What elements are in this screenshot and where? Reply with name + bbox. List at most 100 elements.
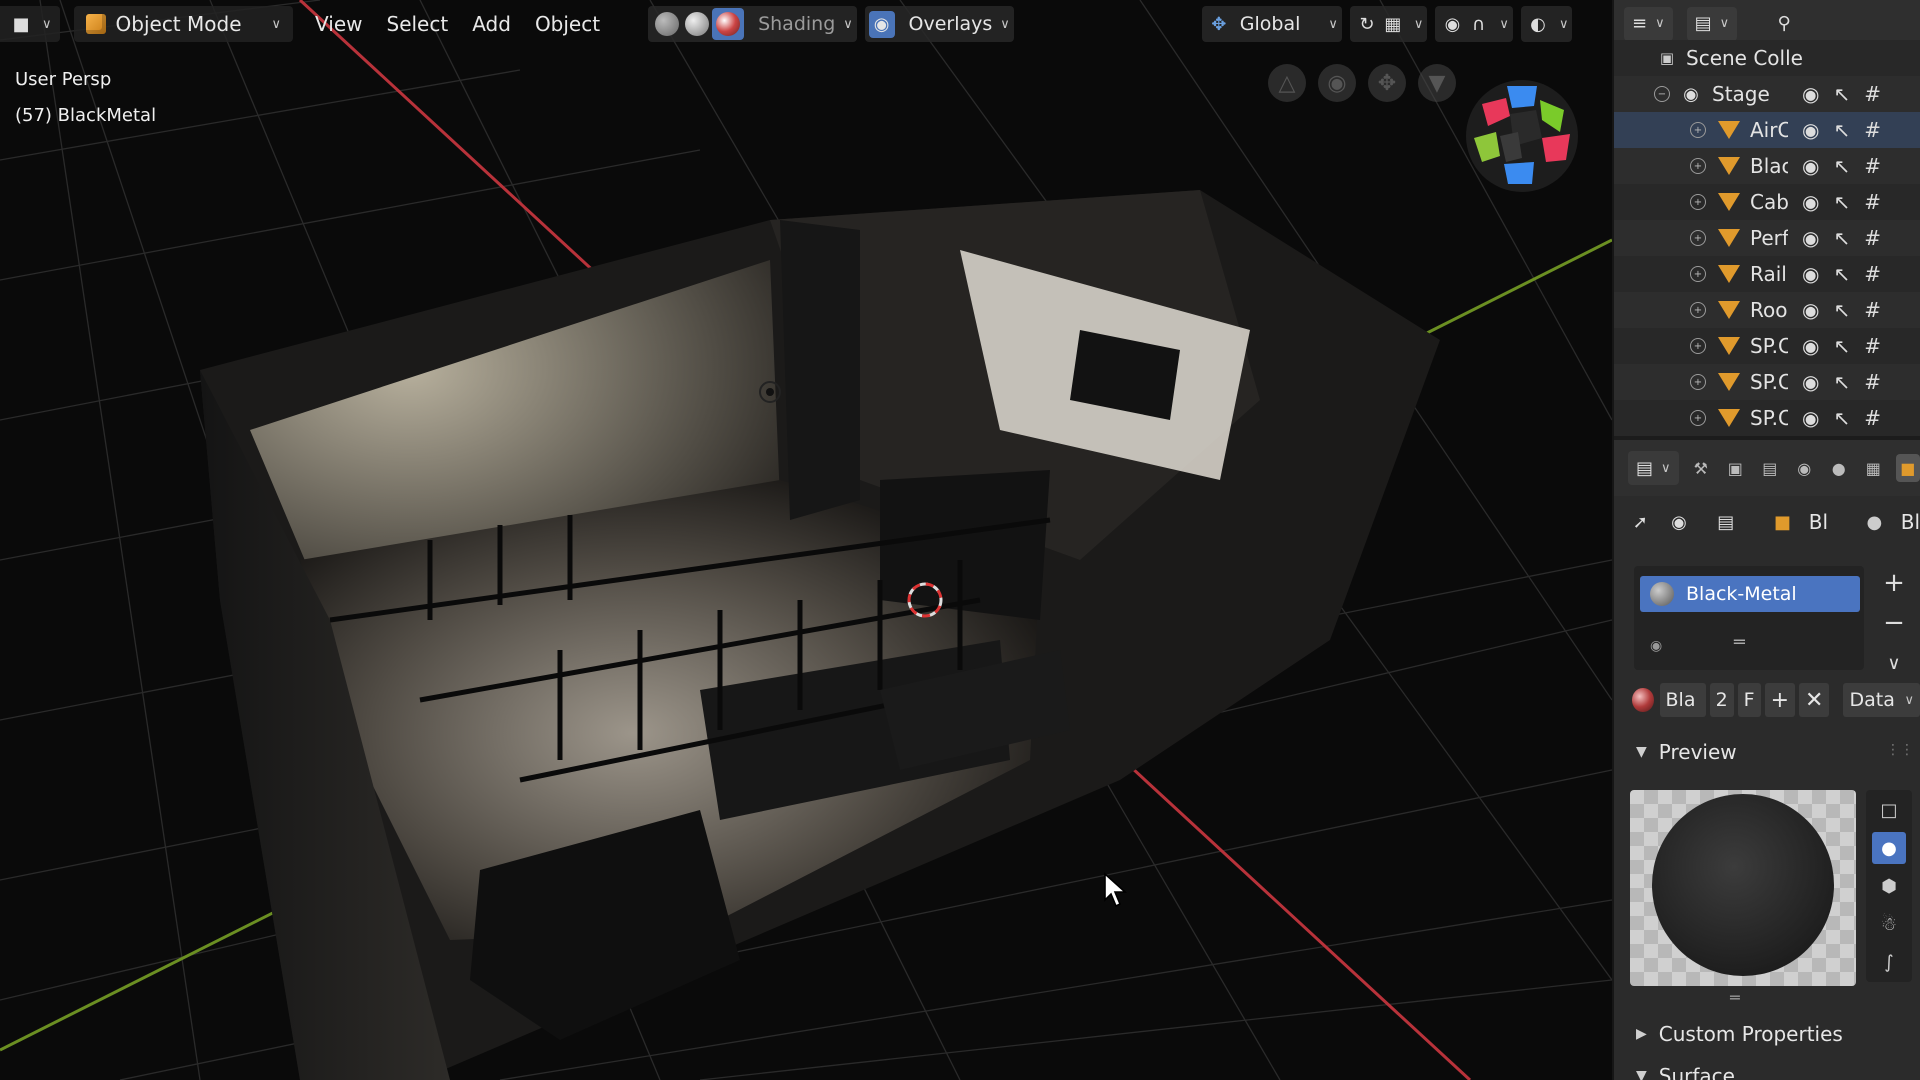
material-preview-icon[interactable] bbox=[685, 12, 710, 36]
hair-preview-icon[interactable]: ∫ bbox=[1872, 946, 1906, 978]
expand-icon[interactable]: + bbox=[1690, 194, 1706, 210]
material-browse-icon[interactable] bbox=[1632, 688, 1654, 712]
outliner-row-object[interactable]: + AirC ◉ ↖ # bbox=[1614, 112, 1920, 148]
outliner-row-scene-collection[interactable]: ▣ Scene Colle bbox=[1614, 40, 1920, 76]
eye-icon[interactable]: ◉ bbox=[1802, 334, 1819, 358]
outliner-editor-type-button[interactable]: ≡ ∨ bbox=[1624, 6, 1673, 41]
cube-preview-icon[interactable]: ⬢ bbox=[1872, 870, 1906, 902]
slot-specials-icon[interactable]: ∨ bbox=[1876, 646, 1912, 680]
menu-view[interactable]: View bbox=[305, 6, 372, 42]
grid-icon[interactable]: # bbox=[1864, 262, 1881, 286]
expand-icon[interactable]: + bbox=[1690, 338, 1706, 354]
eye-icon[interactable]: ◉ bbox=[1802, 298, 1819, 322]
navigation-gizmo[interactable] bbox=[1462, 76, 1582, 196]
expand-icon[interactable]: + bbox=[1690, 158, 1706, 174]
material-context-label[interactable]: Bl bbox=[1901, 510, 1920, 534]
expand-icon[interactable]: + bbox=[1690, 122, 1706, 138]
eye-icon[interactable]: ◉ bbox=[1802, 82, 1819, 106]
grid-icon[interactable]: # bbox=[1864, 82, 1881, 106]
outliner-row-object[interactable]: + Cab ◉ ↖ # bbox=[1614, 184, 1920, 220]
zoom-view-icon[interactable]: ▼ bbox=[1418, 64, 1456, 102]
outliner-row-object[interactable]: + Perf ◉ ↖ # bbox=[1614, 220, 1920, 256]
proportional-edit-icon[interactable]: ◉ bbox=[1439, 11, 1465, 37]
outliner-row-object[interactable]: + Rail ◉ ↖ # bbox=[1614, 256, 1920, 292]
move-view-icon[interactable]: ✥ bbox=[1368, 64, 1406, 102]
outliner-row-object[interactable]: + SP.C ◉ ↖ # bbox=[1614, 400, 1920, 436]
select-arrow-icon[interactable]: ↖ bbox=[1833, 226, 1850, 250]
chevron-down-icon[interactable]: ∨ bbox=[1414, 17, 1424, 32]
expand-icon[interactable]: + bbox=[1690, 410, 1706, 426]
eye-icon[interactable]: ◉ bbox=[1802, 154, 1819, 178]
fake-user-button[interactable]: F bbox=[1737, 683, 1761, 717]
eye-icon[interactable]: ◉ bbox=[1802, 406, 1819, 430]
new-material-icon[interactable]: + bbox=[1764, 683, 1796, 717]
object-context-label[interactable]: Bl bbox=[1809, 510, 1828, 534]
select-arrow-icon[interactable]: ↖ bbox=[1833, 262, 1850, 286]
chevron-down-icon[interactable]: ∨ bbox=[843, 17, 853, 32]
select-arrow-icon[interactable]: ↖ bbox=[1833, 82, 1850, 106]
grid-icon[interactable]: # bbox=[1864, 154, 1881, 178]
rendered-shading-button[interactable] bbox=[712, 8, 745, 40]
surface-panel-header[interactable]: ▼ Surface bbox=[1636, 1058, 1735, 1080]
output-tab-icon[interactable]: ▤ bbox=[1758, 454, 1783, 482]
shading-label[interactable]: Shading bbox=[758, 13, 835, 35]
link-mode-dropdown[interactable]: Data ∨ bbox=[1843, 683, 1920, 717]
pin-icon[interactable]: ➚ bbox=[1628, 509, 1653, 535]
outliner-row-stage[interactable]: − ◉ Stage ◉ ↖ # bbox=[1614, 76, 1920, 112]
world-tab-icon[interactable]: ● bbox=[1827, 454, 1852, 482]
list-resize-handle-icon[interactable]: ═ bbox=[1734, 632, 1745, 653]
object-tab-icon[interactable]: ▦ bbox=[1861, 454, 1886, 482]
grid-icon[interactable]: # bbox=[1864, 190, 1881, 214]
grid-icon[interactable]: # bbox=[1864, 226, 1881, 250]
search-icon[interactable]: ⚲ bbox=[1771, 11, 1797, 37]
collapse-icon[interactable]: − bbox=[1654, 86, 1670, 102]
expand-icon[interactable]: + bbox=[1690, 230, 1706, 246]
chevron-down-icon[interactable]: ∨ bbox=[1000, 17, 1010, 32]
grid-icon[interactable]: # bbox=[1864, 118, 1881, 142]
pivot-icon[interactable]: ↻ bbox=[1354, 11, 1380, 37]
menu-object[interactable]: Object bbox=[525, 6, 610, 42]
eye-icon[interactable]: ◉ bbox=[1802, 190, 1819, 214]
preview-resize-handle-icon[interactable]: ═ bbox=[1730, 988, 1740, 1007]
falloff-icon[interactable]: ∩ bbox=[1465, 11, 1491, 37]
eye-icon[interactable]: ◉ bbox=[1802, 226, 1819, 250]
chevron-down-icon[interactable]: ∨ bbox=[1559, 17, 1569, 32]
user-count-button[interactable]: 2 bbox=[1709, 683, 1734, 717]
material-slot-list[interactable]: Black-Metal ◉ ═ bbox=[1634, 566, 1864, 670]
toggle-camera-view-icon[interactable]: △ bbox=[1268, 64, 1306, 102]
select-arrow-icon[interactable]: ↖ bbox=[1833, 334, 1850, 358]
render-tab-icon[interactable]: ▣ bbox=[1723, 454, 1748, 482]
select-arrow-icon[interactable]: ↖ bbox=[1833, 406, 1850, 430]
outliner-row-object[interactable]: + Roo ◉ ↖ # bbox=[1614, 292, 1920, 328]
menu-add[interactable]: Add bbox=[462, 6, 521, 42]
material-tab-icon[interactable]: ■ bbox=[1895, 454, 1920, 482]
eye-icon[interactable]: ◉ bbox=[1802, 262, 1819, 286]
preview-panel-header[interactable]: ▼ Preview bbox=[1636, 734, 1737, 770]
menu-select[interactable]: Select bbox=[377, 6, 459, 42]
custom-properties-panel-header[interactable]: ▶ Custom Properties bbox=[1636, 1016, 1843, 1052]
grid-icon[interactable]: # bbox=[1864, 406, 1881, 430]
tool-tab-icon[interactable]: ⚒ bbox=[1689, 454, 1714, 482]
expand-icon[interactable]: + bbox=[1690, 374, 1706, 390]
select-arrow-icon[interactable]: ↖ bbox=[1833, 154, 1850, 178]
overlays-label[interactable]: Overlays bbox=[909, 13, 993, 35]
select-arrow-icon[interactable]: ↖ bbox=[1833, 370, 1850, 394]
unlink-material-icon[interactable]: ✕ bbox=[1799, 683, 1830, 717]
add-slot-icon[interactable]: + bbox=[1876, 566, 1912, 600]
expand-icon[interactable]: + bbox=[1690, 266, 1706, 282]
remove-slot-icon[interactable]: − bbox=[1876, 606, 1912, 640]
view-layer-tab-icon[interactable]: ◉ bbox=[1792, 454, 1817, 482]
outliner-row-object[interactable]: + SP.C ◉ ↖ # bbox=[1614, 364, 1920, 400]
display-mode-button[interactable]: ▤ ∨ bbox=[1686, 6, 1738, 41]
material-slot-item[interactable]: Black-Metal bbox=[1640, 576, 1860, 612]
overlays-toggle-icon[interactable]: ◉ bbox=[868, 10, 895, 38]
grid-icon[interactable]: # bbox=[1864, 298, 1881, 322]
solid-shading-icon[interactable] bbox=[655, 12, 680, 36]
monkey-preview-icon[interactable]: ☃ bbox=[1872, 908, 1906, 940]
3d-viewport[interactable]: ■ ∨ Object Mode ∨ View Select Add Object … bbox=[0, 0, 1612, 1080]
grid-icon[interactable]: # bbox=[1864, 370, 1881, 394]
select-arrow-icon[interactable]: ↖ bbox=[1833, 190, 1850, 214]
drag-handle-icon[interactable]: ⋮⋮ bbox=[1886, 742, 1914, 758]
properties-editor-type-button[interactable]: ▤ ∨ bbox=[1628, 451, 1679, 485]
mode-dropdown[interactable]: Object Mode ∨ bbox=[73, 6, 294, 42]
